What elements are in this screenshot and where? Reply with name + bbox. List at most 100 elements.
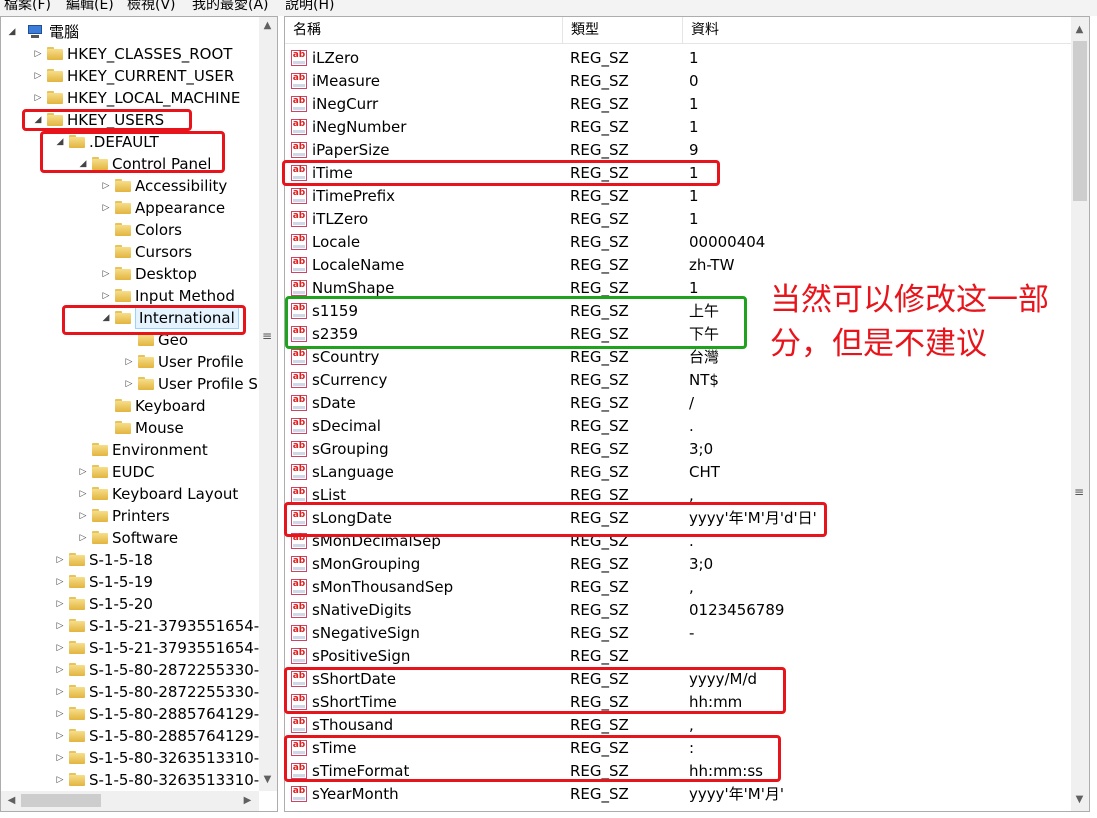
tree-node-label[interactable]: .DEFAULT: [89, 131, 159, 153]
tree-node-label[interactable]: International: [135, 307, 239, 329]
collapsed-arrow-icon[interactable]: ▷: [33, 43, 43, 65]
collapsed-arrow-icon[interactable]: ▷: [124, 351, 134, 373]
collapsed-arrow-icon[interactable]: ▷: [55, 571, 65, 593]
expanded-arrow-icon[interactable]: ◢: [33, 109, 43, 131]
tree-node-label[interactable]: S-1-5-21-3793551654-: [89, 615, 259, 637]
tree-node-label[interactable]: Colors: [135, 219, 182, 241]
value-row[interactable]: ab sList REG_SZ,: [285, 484, 1071, 507]
value-row[interactable]: ab sNegativeSign REG_SZ -: [285, 622, 1071, 645]
value-row[interactable]: ab Locale REG_SZ 00000404: [285, 231, 1071, 254]
collapsed-arrow-icon[interactable]: ▷: [78, 527, 88, 549]
collapsed-arrow-icon[interactable]: ▷: [33, 65, 43, 87]
tree-node-label[interactable]: Input Method: [135, 285, 235, 307]
collapsed-arrow-icon[interactable]: ▷: [55, 659, 65, 681]
tree-horizontal-scrollbar[interactable]: ◀ ▶: [1, 791, 259, 811]
value-row[interactable]: ab sMonDecimalSep REG_SZ.: [285, 530, 1071, 553]
tree-node-label[interactable]: S-1-5-80-2885764129-: [89, 703, 259, 725]
value-row[interactable]: ab sShortDate REG_SZ yyyy/M/d: [285, 668, 1071, 691]
tree-node-label[interactable]: Accessibility: [135, 175, 227, 197]
menu-help[interactable]: 說明(H): [285, 0, 334, 13]
value-row[interactable]: ab sPositiveSign REG_SZ: [285, 645, 1071, 668]
collapsed-arrow-icon[interactable]: ▷: [101, 263, 111, 285]
collapsed-arrow-icon[interactable]: ▷: [78, 483, 88, 505]
tree-node-label[interactable]: S-1-5-21-3793551654-: [89, 637, 259, 659]
tree-node-label[interactable]: Software: [112, 527, 178, 549]
value-row[interactable]: ab LocaleName REG_SZ zh-TW: [285, 254, 1071, 277]
value-row[interactable]: ab sThousand REG_SZ,: [285, 714, 1071, 737]
tree-node-label[interactable]: S-1-5-80-2872255330-: [89, 681, 259, 703]
tree-node-label[interactable]: User Profile S: [158, 373, 258, 395]
registry-tree-pane[interactable]: ◢ 電腦 ▷ HKEY_CLASSES_ROOT ▷ HKEY_CURRENT_USER ▷…: [0, 16, 278, 812]
tree-node-label[interactable]: S-1-5-80-3263513310-: [89, 747, 259, 769]
collapsed-arrow-icon[interactable]: ▷: [55, 725, 65, 747]
collapsed-arrow-icon[interactable]: ▷: [33, 87, 43, 109]
tree-node-label[interactable]: User Profile: [158, 351, 244, 373]
expanded-arrow-icon[interactable]: ◢: [78, 153, 88, 175]
value-row[interactable]: ab sMonGrouping REG_SZ 3;0: [285, 553, 1071, 576]
value-row[interactable]: ab sShortTime REG_SZ hh:mm: [285, 691, 1071, 714]
collapsed-arrow-icon[interactable]: ▷: [101, 175, 111, 197]
tree-node-label[interactable]: Keyboard: [135, 395, 206, 417]
tree-node-label[interactable]: Mouse: [135, 417, 184, 439]
tree-node-label[interactable]: Printers: [112, 505, 170, 527]
expanded-arrow-icon[interactable]: ◢: [55, 131, 65, 153]
collapsed-arrow-icon[interactable]: ▷: [55, 747, 65, 769]
collapsed-arrow-icon[interactable]: ▷: [78, 505, 88, 527]
expanded-arrow-icon[interactable]: ◢: [101, 307, 111, 329]
value-row[interactable]: ab iTime REG_SZ 1: [285, 162, 1071, 185]
tree-node-label[interactable]: Cursors: [135, 241, 192, 263]
scroll-left-arrow-icon[interactable]: ◀: [3, 792, 20, 809]
scroll-thumb[interactable]: [1073, 41, 1087, 201]
tree-node-label[interactable]: S-1-5-80-2885764129-: [89, 725, 259, 747]
value-row[interactable]: ab sYearMonth REG_SZ yyyy'年'M'月': [285, 783, 1071, 806]
tree-node-label[interactable]: Control Panel: [112, 153, 211, 175]
registry-values-pane[interactable]: 名稱 類型 資料 ab iLZero REG_SZ 1 ab iMeasure REG_SZ…: [284, 16, 1090, 812]
value-row[interactable]: ab sLongDate REG_SZ yyyy'年'M'月'd'日': [285, 507, 1071, 530]
value-row[interactable]: ab iTimePrefix REG_SZ 1: [285, 185, 1071, 208]
collapsed-arrow-icon[interactable]: ▷: [101, 197, 111, 219]
value-row[interactable]: ab iMeasure REG_SZ 0: [285, 70, 1071, 93]
collapsed-arrow-icon[interactable]: ▷: [55, 703, 65, 725]
collapsed-arrow-icon[interactable]: ▷: [55, 637, 65, 659]
tree-node-label[interactable]: Appearance: [135, 197, 225, 219]
tree-node-label[interactable]: S-1-5-80-2872255330-: [89, 659, 259, 681]
collapsed-arrow-icon[interactable]: ▷: [55, 769, 65, 791]
scroll-up-arrow-icon[interactable]: ▲: [259, 17, 276, 34]
tree-node-label[interactable]: HKEY_CLASSES_ROOT: [67, 43, 232, 65]
list-vertical-scrollbar[interactable]: ▲ ≡ ▼: [1071, 17, 1089, 811]
menu-edit[interactable]: 編輯(E): [66, 0, 114, 13]
collapsed-arrow-icon[interactable]: ▷: [101, 285, 111, 307]
collapsed-arrow-icon[interactable]: ▷: [55, 593, 65, 615]
tree-node-label[interactable]: Environment: [112, 439, 208, 461]
tree-node-label[interactable]: S-1-5-20: [89, 593, 153, 615]
tree-node-label[interactable]: Keyboard Layout: [112, 483, 238, 505]
tree-node-label[interactable]: S-1-5-80-3263513310-: [89, 769, 259, 791]
tree-vertical-scrollbar[interactable]: ▲ ≡ ▼: [259, 17, 277, 791]
scroll-down-arrow-icon[interactable]: ▼: [1071, 791, 1088, 808]
collapsed-arrow-icon[interactable]: ▷: [55, 681, 65, 703]
value-row[interactable]: ab iPaperSize REG_SZ 9: [285, 139, 1071, 162]
value-row[interactable]: ab sMonThousandSep REG_SZ,: [285, 576, 1071, 599]
value-row[interactable]: ab sDecimal REG_SZ.: [285, 415, 1071, 438]
value-row[interactable]: ab iLZero REG_SZ 1: [285, 47, 1071, 70]
scroll-up-arrow-icon[interactable]: ▲: [1071, 21, 1088, 38]
tree-node-label[interactable]: HKEY_CURRENT_USER: [67, 65, 234, 87]
value-row[interactable]: ab iTLZero REG_SZ 1: [285, 208, 1071, 231]
tree-node-label[interactable]: S-1-5-19: [89, 571, 153, 593]
collapsed-arrow-icon[interactable]: ▷: [78, 461, 88, 483]
menu-file[interactable]: 檔案(F): [4, 0, 51, 13]
value-row[interactable]: ab sTimeFormat REG_SZ hh:mm:ss: [285, 760, 1071, 783]
menu-view[interactable]: 檢視(V): [127, 0, 176, 13]
expanded-arrow-icon[interactable]: ◢: [7, 21, 17, 43]
tree-node-label[interactable]: S-1-5-18: [89, 549, 153, 571]
collapsed-arrow-icon[interactable]: ▷: [124, 373, 134, 395]
tree-node-label[interactable]: Geo: [158, 329, 188, 351]
tree-node-label[interactable]: Desktop: [135, 263, 197, 285]
scroll-down-arrow-icon[interactable]: ▼: [259, 771, 276, 788]
value-row[interactable]: ab sLanguage REG_SZ CHT: [285, 461, 1071, 484]
value-row[interactable]: ab iNegCurr REG_SZ 1: [285, 93, 1071, 116]
scroll-thumb[interactable]: [21, 794, 101, 807]
tree-node-label[interactable]: HKEY_LOCAL_MACHINE: [67, 87, 240, 109]
value-row[interactable]: ab sGrouping REG_SZ 3;0: [285, 438, 1071, 461]
value-row[interactable]: ab sCurrency REG_SZ NT$: [285, 369, 1071, 392]
